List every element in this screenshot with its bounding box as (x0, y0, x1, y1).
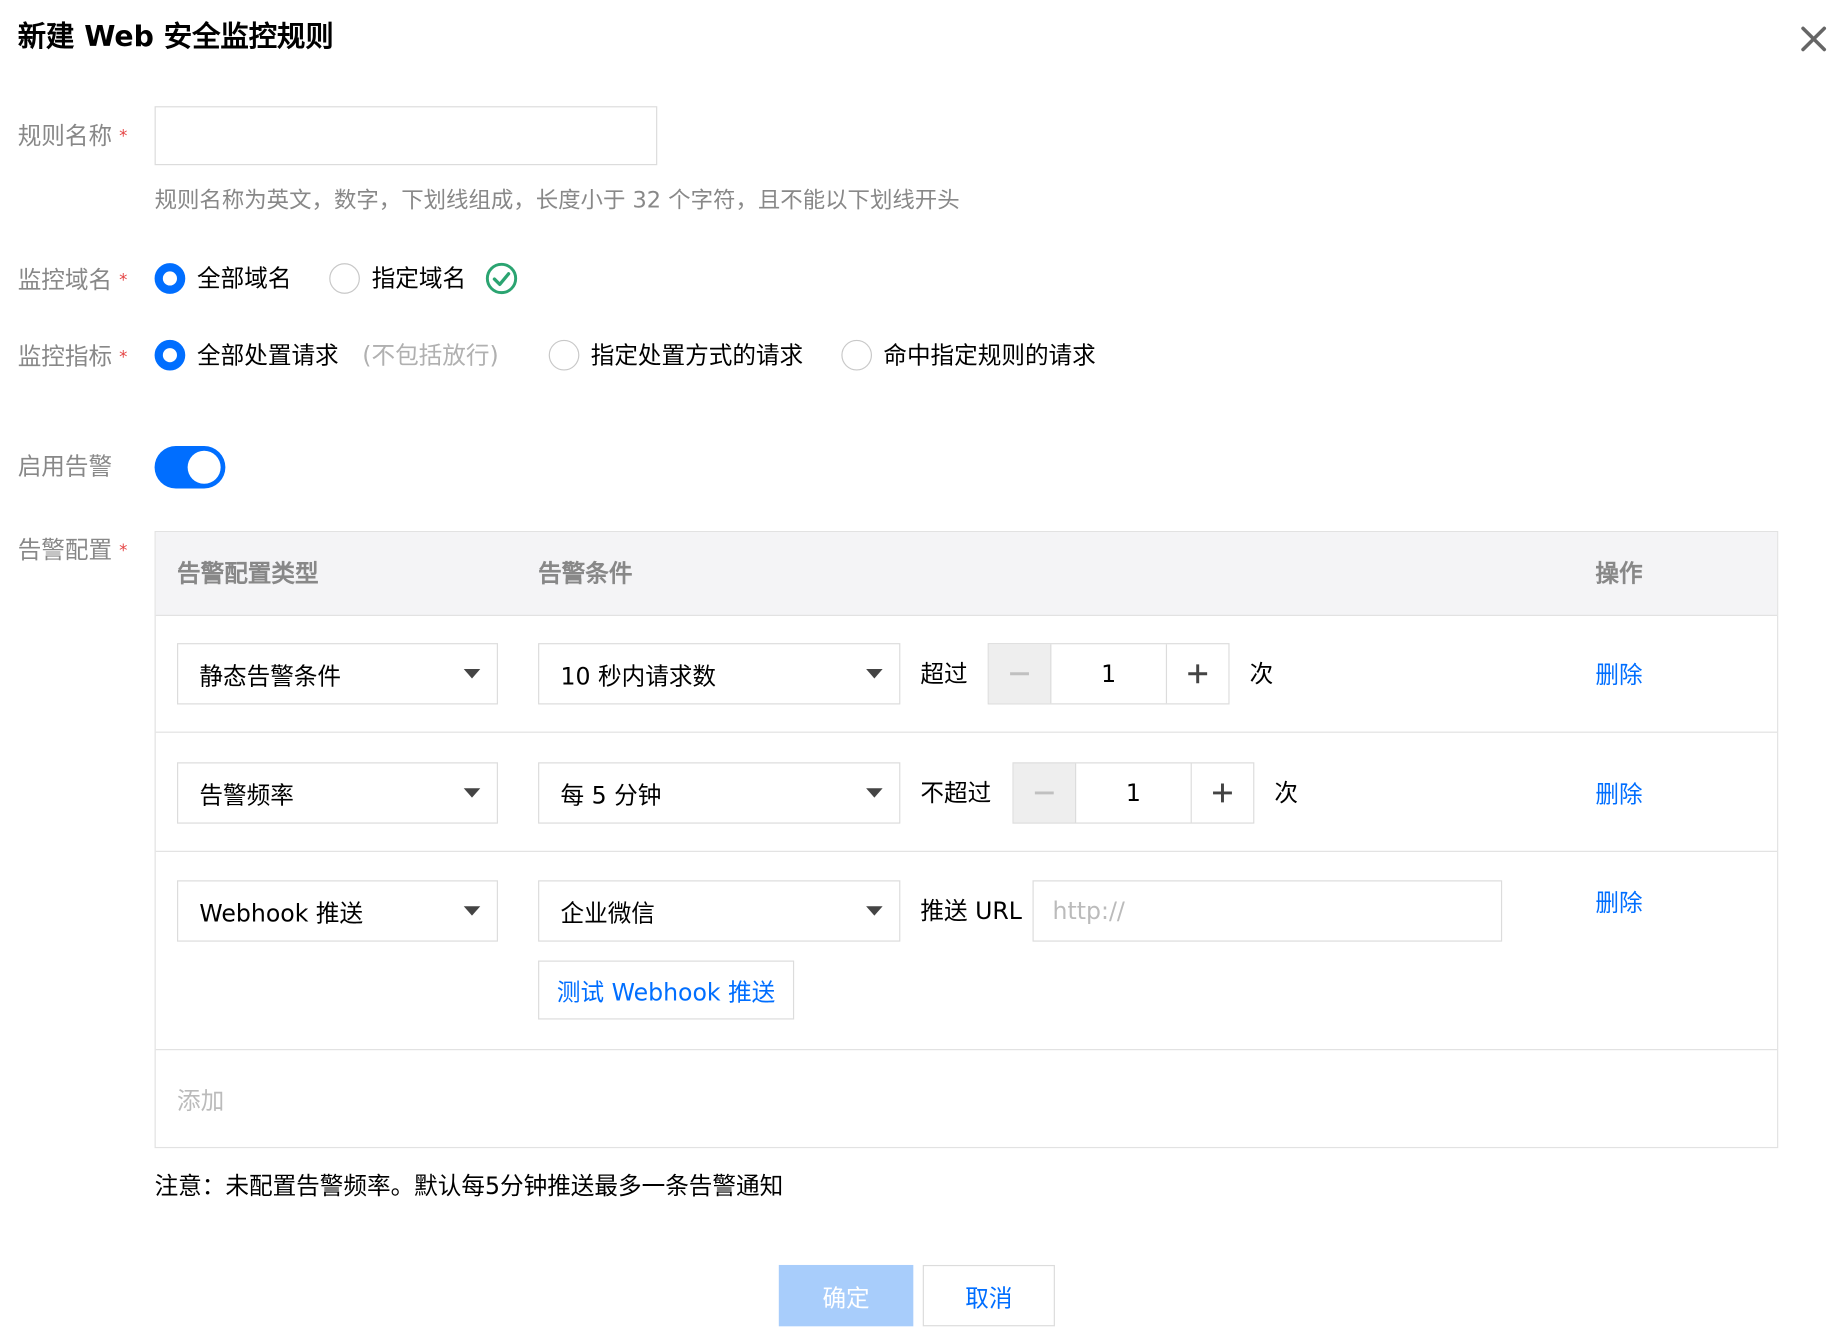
push-url-label: 推送 URL (920, 896, 1022, 926)
push-url-input[interactable] (1032, 880, 1503, 942)
enable-alert-toggle[interactable] (154, 446, 226, 489)
required-mark: * (119, 271, 128, 291)
check-circle-icon (485, 262, 518, 295)
increment-button[interactable] (1190, 763, 1254, 823)
metric-radio-group: 全部处置请求 (不包括放行) 指定处置方式的请求 命中指定规则的请求 (154, 339, 1096, 372)
alert-config-label: 告警配置 * (17, 535, 128, 565)
alert-config-table: 告警配置类型 告警条件 操作 静态告警条件 10 秒内请求数 超过 1 次 删除 (154, 531, 1779, 1149)
increment-button[interactable] (1165, 644, 1229, 704)
close-icon (1801, 26, 1827, 52)
radio-specified-method-requests[interactable]: 指定处置方式的请求 (548, 339, 803, 372)
radio-all-handled-requests[interactable]: 全部处置请求 (不包括放行) (154, 339, 499, 372)
count-value[interactable]: 1 (1051, 644, 1165, 703)
caret-down-icon (463, 906, 481, 916)
caret-down-icon (866, 906, 883, 916)
plus-icon (1188, 664, 1208, 684)
minus-icon (1010, 672, 1029, 676)
test-webhook-button[interactable]: 测试 Webhook 推送 (538, 960, 795, 1020)
metric-option-note: (不包括放行) (362, 341, 499, 370)
decrement-button[interactable] (1013, 763, 1077, 823)
caret-down-icon (463, 788, 481, 798)
condition-select[interactable]: 每 5 分钟 (538, 762, 901, 824)
radio-unchecked-icon (548, 339, 579, 371)
rule-name-hint: 规则名称为英文，数字，下划线组成，长度小于 32 个字符，且不能以下划线开头 (154, 187, 960, 214)
rule-name-input[interactable] (154, 106, 658, 166)
config-type-select[interactable]: 静态告警条件 (176, 643, 498, 705)
radio-checked-icon (154, 263, 186, 294)
alert-frequency-note: 注意：未配置告警频率。默认每5分钟推送最多一条告警通知 (154, 1171, 784, 1201)
delete-link[interactable]: 删除 (1595, 886, 1642, 919)
radio-checked-icon (154, 339, 186, 371)
plus-icon (1213, 783, 1232, 803)
row-divider (155, 731, 1778, 733)
count-stepper: 1 (987, 643, 1230, 705)
decrement-button[interactable] (988, 644, 1052, 704)
compare-label: 超过 (920, 659, 968, 688)
add-row-link[interactable]: 添加 (177, 1084, 224, 1117)
toggle-knob (187, 450, 221, 484)
required-mark: * (119, 127, 128, 147)
header-action: 操作 (1595, 559, 1643, 588)
count-unit: 次 (1274, 778, 1298, 808)
minus-icon (1034, 791, 1054, 795)
count-value[interactable]: 1 (1076, 763, 1190, 822)
condition-select[interactable]: 10 秒内请求数 (538, 643, 901, 705)
dialog-title: 新建 Web 安全监控规则 (17, 20, 334, 54)
confirm-button[interactable]: 确定 (778, 1264, 914, 1327)
caret-down-icon (463, 669, 481, 679)
condition-select[interactable]: 企业微信 (538, 880, 901, 942)
dialog: 新建 Web 安全监控规则 规则名称 * 规则名称为英文，数字，下划线组成，长度小… (0, 0, 1842, 1338)
radio-unchecked-icon (329, 263, 360, 294)
metric-label: 监控指标 * (17, 342, 128, 371)
close-button[interactable] (1795, 20, 1833, 58)
rule-name-label: 规则名称 * (17, 121, 128, 150)
row-divider (155, 1049, 1778, 1051)
count-stepper: 1 (1012, 762, 1255, 824)
radio-specified-domain[interactable]: 指定域名 (329, 262, 466, 295)
domain-label: 监控域名 * (17, 265, 128, 294)
caret-down-icon (866, 669, 883, 679)
caret-down-icon (866, 788, 883, 798)
header-config-type: 告警配置类型 (176, 559, 319, 588)
config-type-select[interactable]: 告警频率 (176, 762, 498, 824)
enable-alert-label: 启用告警 (17, 451, 113, 481)
header-condition: 告警条件 (538, 559, 633, 588)
radio-unchecked-icon (840, 339, 872, 371)
table-header: 告警配置类型 告警条件 操作 (155, 532, 1778, 616)
compare-label: 不超过 (920, 778, 992, 808)
radio-all-domains[interactable]: 全部域名 (154, 262, 291, 295)
required-mark: * (119, 348, 128, 367)
row-divider (155, 850, 1778, 852)
required-mark: * (119, 541, 128, 561)
cancel-button[interactable]: 取消 (922, 1264, 1055, 1327)
radio-hit-rule-requests[interactable]: 命中指定规则的请求 (840, 339, 1096, 372)
delete-link[interactable]: 删除 (1595, 778, 1642, 811)
domain-radio-group: 全部域名 指定域名 (154, 262, 518, 295)
config-type-select[interactable]: Webhook 推送 (176, 880, 498, 942)
delete-link[interactable]: 删除 (1595, 658, 1642, 691)
count-unit: 次 (1249, 659, 1274, 688)
